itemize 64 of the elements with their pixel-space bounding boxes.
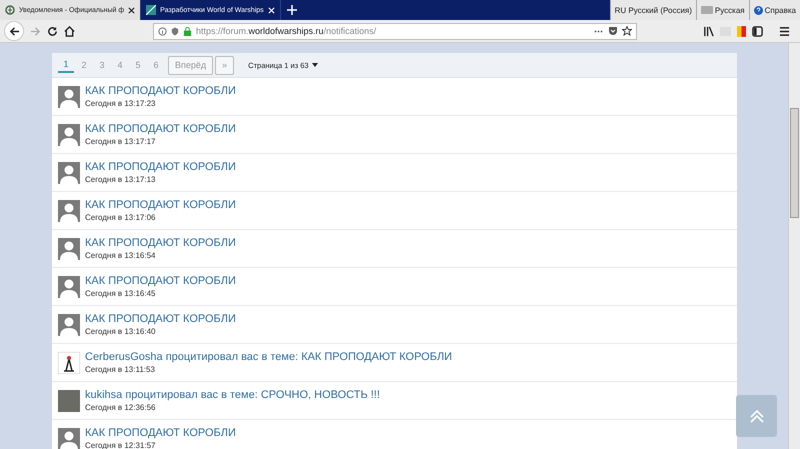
notification-title[interactable]: КАК ПРОПОДАЮТ КОРОБЛИ (85, 161, 236, 173)
notification-title[interactable]: КАК ПРОПОДАЮТ КОРОБЛИ (85, 237, 236, 249)
notification-title[interactable]: КАК ПРОПОДАЮТ КОРОБЛИ (85, 275, 236, 287)
caret-icon (312, 63, 318, 67)
scrollbar-thumb[interactable] (790, 108, 799, 218)
back-arrow-icon (8, 26, 20, 36)
bookmark-icon[interactable] (737, 26, 746, 36)
default-avatar-icon (58, 314, 80, 336)
notification-row[interactable]: kukihsa процитировал вас в теме: СРОЧНО, НОВОСТЬ !!! Сегодня в 12:36:56 (52, 382, 737, 420)
shield-icon (171, 26, 179, 36)
language-bar-button[interactable]: Русская (696, 0, 749, 20)
help-icon (754, 6, 763, 14)
notification-title[interactable]: КАК ПРОПОДАЮТ КОРОБЛИ (85, 313, 236, 325)
notification-time: Сегодня в 12:36:56 (85, 403, 156, 412)
reload-icon[interactable] (47, 26, 58, 36)
default-avatar-icon (58, 200, 80, 222)
double-chevron-up-icon (748, 409, 764, 423)
info-icon (158, 26, 167, 36)
notification-time: Сегодня в 13:17:06 (85, 213, 156, 222)
notification-title[interactable]: CerberusGosha процитировал вас в теме: КАК ПРОПОДАЮТ КОРОБЛИ (85, 351, 452, 363)
notification-title[interactable]: КАК ПРОПОДАЮТ КОРОБЛИ (85, 85, 236, 97)
avatar-drawing (58, 352, 80, 374)
flag-icon (146, 5, 156, 15)
notification-row[interactable]: КАК ПРОПОДАЮТ КОРОБЛИ Сегодня в 13:16:45 (52, 268, 737, 306)
more-icon[interactable] (593, 30, 604, 32)
notification-time: Сегодня в 13:17:23 (85, 99, 156, 108)
photo-placeholder (58, 390, 80, 412)
notification-time: Сегодня в 13:16:54 (85, 251, 156, 260)
page-link[interactable]: 1 (58, 57, 74, 73)
language-bar-button[interactable]: RU Русский (Россия) (610, 0, 696, 20)
default-avatar-icon (58, 238, 80, 260)
notification-time: Сегодня в 13:16:40 (85, 327, 156, 336)
notification-row[interactable]: CerberusGosha процитировал вас в теме: КАК ПРОПОДАЮТ КОРОБЛИ Сегодня в 13:11:53 (52, 344, 737, 382)
notification-time: Сегодня в 13:17:13 (85, 175, 156, 184)
address-bar[interactable]: https://forum.worldofwarships.ru/notifications/ (153, 22, 637, 40)
notification-row[interactable]: КАК ПРОПОДАЮТ КОРОБЛИ Сегодня в 13:17:13 (52, 154, 737, 192)
star-icon[interactable] (622, 26, 632, 36)
default-avatar-icon (58, 86, 80, 108)
notification-title[interactable]: kukihsa процитировал вас в теме: СРОЧНО, НОВОСТЬ !!! (85, 389, 380, 401)
menu-icon[interactable] (779, 26, 790, 36)
pocket-icon[interactable] (608, 26, 618, 36)
notification-row[interactable]: КАК ПРОПОДАЮТ КОРОБЛИ Сегодня в 13:16:54 (52, 230, 737, 268)
default-avatar-icon (58, 162, 80, 184)
notification-time: Сегодня в 13:17:17 (85, 137, 156, 146)
back-button[interactable] (4, 21, 24, 41)
default-avatar-icon (58, 124, 80, 146)
notification-row[interactable]: КАК ПРОПОДАЮТ КОРОБЛИ Сегодня в 13:17:17 (52, 116, 737, 154)
library-icon[interactable] (703, 26, 714, 36)
notification-row[interactable]: КАК ПРОПОДАЮТ КОРОБЛИ Сегодня в 13:16:40 (52, 306, 737, 344)
new-tab-icon[interactable] (286, 5, 297, 15)
lock-icon (183, 26, 192, 36)
home-icon[interactable] (64, 26, 75, 36)
notification-time: Сегодня в 13:11:53 (85, 365, 156, 374)
notification-row[interactable]: КАК ПРОПОДАЮТ КОРОБЛИ Сегодня в 13:17:23 (52, 78, 737, 116)
notification-row[interactable]: КАК ПРОПОДАЮТ КОРОБЛИ Сегодня в 13:17:06 (52, 192, 737, 230)
notification-title[interactable]: КАК ПРОПОДАЮТ КОРОБЛИ (85, 427, 236, 439)
notification-title[interactable]: КАК ПРОПОДАЮТ КОРОБЛИ (85, 199, 236, 211)
language-bar-button[interactable]: Справка (748, 0, 800, 20)
default-avatar-icon (58, 276, 80, 298)
notification-title[interactable]: КАК ПРОПОДАЮТ КОРОБЛИ (85, 123, 236, 135)
notification-time: Сегодня в 13:16:45 (85, 289, 156, 298)
emblem-icon (5, 5, 15, 15)
close-icon[interactable] (128, 6, 136, 14)
sidebar-icon[interactable] (752, 26, 763, 36)
